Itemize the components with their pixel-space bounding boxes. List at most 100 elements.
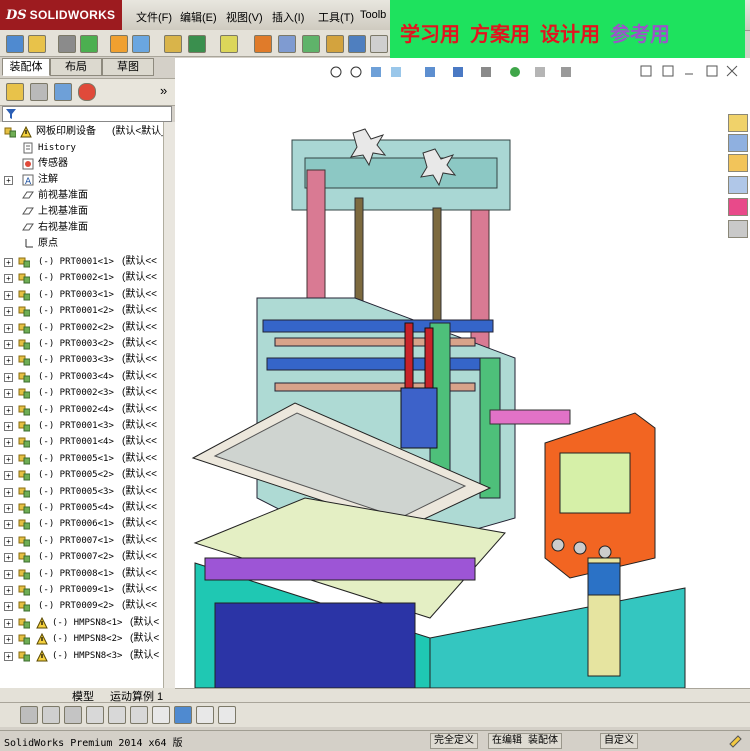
tab-layout[interactable]: 布局 bbox=[50, 58, 102, 76]
tree-part-item[interactable]: + (-) PRT0003<1> (默认<< bbox=[0, 287, 163, 303]
previous-view-icon[interactable] bbox=[371, 67, 381, 77]
view-palette-icon[interactable] bbox=[728, 176, 748, 194]
component-pattern-icon[interactable] bbox=[164, 35, 182, 53]
isometric-view-icon[interactable] bbox=[20, 706, 38, 724]
reference-geometry-icon[interactable] bbox=[220, 35, 238, 53]
open-folder-icon[interactable] bbox=[28, 35, 46, 53]
expand-toggle[interactable]: + bbox=[4, 651, 13, 661]
sketch-icon[interactable] bbox=[130, 706, 148, 724]
expand-toggle[interactable]: + bbox=[4, 274, 13, 284]
hide-show-icon[interactable] bbox=[481, 67, 491, 77]
expand-toggle[interactable]: + bbox=[4, 618, 13, 628]
expand-toggle[interactable]: + bbox=[4, 340, 13, 349]
tree-filter-input[interactable] bbox=[2, 106, 172, 122]
menu-toolbox[interactable]: Toolb bbox=[360, 9, 386, 21]
menu-view[interactable]: 视图(V) bbox=[226, 9, 263, 25]
feature-tree-icon[interactable] bbox=[6, 83, 24, 101]
layout-icon[interactable] bbox=[218, 706, 236, 724]
zoom-fit-icon[interactable] bbox=[330, 66, 342, 78]
view-settings-icon[interactable] bbox=[561, 67, 571, 77]
tree-item-history[interactable]: History bbox=[0, 140, 163, 156]
zoom-area-icon[interactable] bbox=[350, 66, 362, 78]
expand-toggle[interactable]: + bbox=[4, 438, 13, 448]
view-orientation-icon[interactable] bbox=[425, 67, 435, 77]
interference-icon[interactable] bbox=[278, 35, 296, 53]
tree-part-item[interactable]: + (-) PRT0002<1> (默认<< bbox=[0, 270, 163, 286]
tree-part-item[interactable]: + (-) PRT0005<1> (默认<< bbox=[0, 451, 163, 467]
tree-root[interactable]: 网板印刷设备 (默认<默认_ bbox=[0, 124, 163, 140]
tree-part-item[interactable]: + (-) PRT0005<4> (默认<< bbox=[0, 500, 163, 516]
tree-part-item[interactable]: + (-) PRT0001<1> (默认<< bbox=[0, 254, 163, 270]
expand-toggle[interactable]: + bbox=[4, 536, 13, 546]
expand-toggle[interactable]: + bbox=[4, 504, 13, 513]
tree-part-item[interactable]: + (-) HMPSN8<3> (默认< bbox=[0, 648, 163, 664]
expand-toggle[interactable]: + bbox=[4, 307, 13, 317]
insert-component-icon[interactable] bbox=[110, 35, 128, 53]
smart-fastener-icon[interactable] bbox=[188, 35, 206, 53]
viewport-scrollbar[interactable] bbox=[175, 688, 750, 703]
menu-edit[interactable]: 编辑(E) bbox=[180, 9, 217, 25]
display-manager-icon[interactable] bbox=[78, 83, 96, 101]
expand-toggle[interactable]: + bbox=[4, 602, 13, 612]
expand-toggle[interactable]: + bbox=[4, 586, 13, 595]
tab-assembly[interactable]: 装配体 bbox=[2, 58, 50, 76]
appearances-icon[interactable] bbox=[728, 198, 748, 216]
tab-sketch[interactable]: 草图 bbox=[102, 58, 154, 76]
expand-toggle[interactable]: + bbox=[4, 176, 13, 185]
tree-part-item[interactable]: + (-) PRT0001<4> (默认<< bbox=[0, 434, 163, 450]
configuration-manager-icon[interactable] bbox=[54, 83, 72, 101]
expand-toggle[interactable]: + bbox=[4, 389, 13, 399]
expand-toggle[interactable]: + bbox=[4, 454, 13, 464]
expand-toggle[interactable]: + bbox=[4, 471, 13, 481]
design-library-icon[interactable] bbox=[728, 134, 748, 152]
custom-properties-icon[interactable] bbox=[728, 220, 748, 238]
align-icon[interactable] bbox=[86, 706, 104, 724]
trimetric-view-icon[interactable] bbox=[42, 706, 60, 724]
tree-part-item[interactable]: + (-) PRT0005<2> (默认<< bbox=[0, 467, 163, 483]
section-view-icon[interactable] bbox=[348, 35, 366, 53]
tree-part-item[interactable]: + (-) PRT0007<2> (默认<< bbox=[0, 549, 163, 565]
expand-toggle[interactable]: + bbox=[4, 487, 13, 497]
property-manager-icon[interactable] bbox=[30, 83, 48, 101]
tree-part-item[interactable]: + (-) PRT0002<3> (默认<< bbox=[0, 385, 163, 401]
scene-icon[interactable] bbox=[535, 67, 545, 77]
table-icon[interactable] bbox=[196, 706, 214, 724]
restore-icon[interactable] bbox=[640, 65, 652, 77]
expand-toggle[interactable]: + bbox=[4, 422, 13, 431]
measure-icon[interactable] bbox=[326, 35, 344, 53]
tile-icon[interactable] bbox=[662, 65, 674, 77]
mate-icon[interactable] bbox=[132, 35, 150, 53]
cube-view-icon[interactable] bbox=[174, 706, 192, 724]
tree-part-item[interactable]: + (-) PRT0001<3> (默认<< bbox=[0, 418, 163, 434]
tree-item-right-plane[interactable]: 右视基准面 bbox=[0, 220, 163, 236]
expand-toggle[interactable]: + bbox=[4, 635, 13, 645]
tree-item-origin[interactable]: 原点 bbox=[0, 236, 163, 252]
expand-toggle[interactable]: + bbox=[4, 553, 13, 563]
display-style-icon[interactable] bbox=[453, 67, 463, 77]
file-explorer-icon[interactable] bbox=[728, 154, 748, 172]
dimetric-view-icon[interactable] bbox=[64, 706, 82, 724]
new-document-icon[interactable] bbox=[6, 35, 24, 53]
tree-part-item[interactable]: + (-) PRT0001<2> (默认<< bbox=[0, 303, 163, 319]
tree-part-item[interactable]: + (-) PRT0009<1> (默认<< bbox=[0, 582, 163, 598]
graphics-viewport[interactable] bbox=[175, 58, 750, 688]
tree-part-item[interactable]: + (-) HMPSN8<2> (默认< bbox=[0, 631, 163, 647]
expand-toggle[interactable]: + bbox=[4, 520, 13, 530]
move-component-icon[interactable] bbox=[80, 35, 98, 53]
menu-file[interactable]: 文件(F) bbox=[136, 9, 172, 25]
tree-part-item[interactable]: + (-) PRT0007<1> (默认<< bbox=[0, 533, 163, 549]
expand-panel-icon[interactable]: » bbox=[160, 83, 167, 98]
expand-toggle[interactable]: + bbox=[4, 356, 13, 366]
tree-item-top-plane[interactable]: 上视基准面 bbox=[0, 204, 163, 220]
expand-toggle[interactable]: + bbox=[4, 323, 13, 333]
expand-toggle[interactable]: + bbox=[4, 258, 13, 267]
tree-item-sensors[interactable]: 传感器 bbox=[0, 156, 163, 172]
expand-toggle[interactable]: + bbox=[4, 405, 13, 415]
tree-part-item[interactable]: + (-) PRT0009<2> (默认<< bbox=[0, 598, 163, 614]
tree-item-annotations[interactable]: + A 注解 bbox=[0, 172, 163, 188]
tree-part-item[interactable]: + (-) PRT0005<3> (默认<< bbox=[0, 484, 163, 500]
expand-toggle[interactable]: + bbox=[4, 290, 13, 300]
tree-part-item[interactable]: + (-) PRT0002<2> (默认<< bbox=[0, 320, 163, 336]
resources-icon[interactable] bbox=[728, 114, 748, 132]
tree-part-item[interactable]: + (-) PRT0006<1> (默认<< bbox=[0, 516, 163, 532]
